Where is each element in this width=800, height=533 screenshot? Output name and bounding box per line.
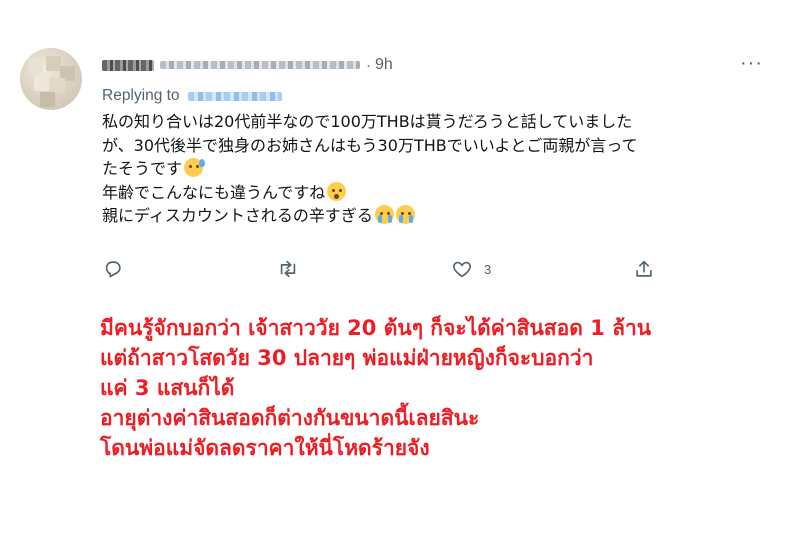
more-options-icon[interactable]: ···	[740, 53, 763, 73]
tweet-text: 私の知り合いは20代前半なので100万THBは貰うだろうと話していました が、3…	[102, 110, 762, 228]
tweet-line-4: 年齢でこんなにも違うんですね	[102, 181, 762, 205]
hushed-face-icon	[327, 181, 347, 201]
separator-dot: ·	[366, 56, 371, 74]
retweet-button[interactable]	[277, 255, 299, 283]
author-handle-redacted[interactable]	[160, 61, 360, 69]
sad-relieved-face-icon	[395, 205, 415, 224]
like-count: 3	[484, 261, 492, 277]
caption-line-2: แต่ถ้าสาวโสดวัย 30 ปลายๆ พ่อแม่ฝ่ายหญิงก…	[100, 346, 594, 370]
tweet-line-1: 私の知り合いは20代前半なので100万THBは貰うだろうと話していました	[102, 112, 633, 131]
tweet-line-3: たそうです	[102, 157, 762, 181]
share-button[interactable]	[633, 255, 655, 283]
avatar[interactable]	[20, 48, 82, 110]
tweet-card: · 9h ··· Replying to 私の知り合いは20代前半なので100万…	[0, 0, 800, 290]
sad-relieved-face-icon	[374, 205, 394, 224]
replying-to-handle-redacted[interactable]	[187, 91, 282, 101]
tweet-line-2: が、30代後半で独身のお姉さんはもう30万THBでいいよとご両親が言って	[102, 135, 638, 155]
replying-to: Replying to	[102, 87, 282, 105]
tweet-line-5: 親にディスカウントされるの辛すぎる	[102, 204, 762, 228]
caption-line-1: มีคนรู้จักบอกว่า เจ้าสาววัย 20 ต้นๆ ก็จะ…	[100, 316, 652, 340]
grinning-face-with-sweat-icon	[184, 158, 206, 177]
retweet-icon	[280, 260, 296, 278]
reply-button[interactable]	[102, 255, 124, 283]
tweet-actions: 3	[0, 255, 800, 283]
caption-line-5: โดนพ่อแม่จัดลดราคาให้นี่โหดร้ายจัง	[100, 436, 430, 460]
like-button[interactable]: 3	[451, 255, 491, 283]
heart-icon	[453, 261, 471, 278]
reply-icon	[105, 261, 121, 278]
author-name-redacted[interactable]	[102, 59, 154, 71]
replying-label: Replying to	[102, 87, 180, 104]
caption-line-4: อายุต่างค่าสินสอดก็ต่างกันขนาดนี้เลยสินะ	[100, 406, 480, 430]
caption-line-3: แค่ 3 แสนก็ได้	[100, 376, 235, 400]
tweet-header: · 9h	[102, 55, 393, 75]
thai-caption: มีคนรู้จักบอกว่า เจ้าสาววัย 20 ต้นๆ ก็จะ…	[100, 313, 790, 463]
tweet-timestamp[interactable]: 9h	[375, 56, 393, 74]
share-icon	[636, 260, 652, 277]
